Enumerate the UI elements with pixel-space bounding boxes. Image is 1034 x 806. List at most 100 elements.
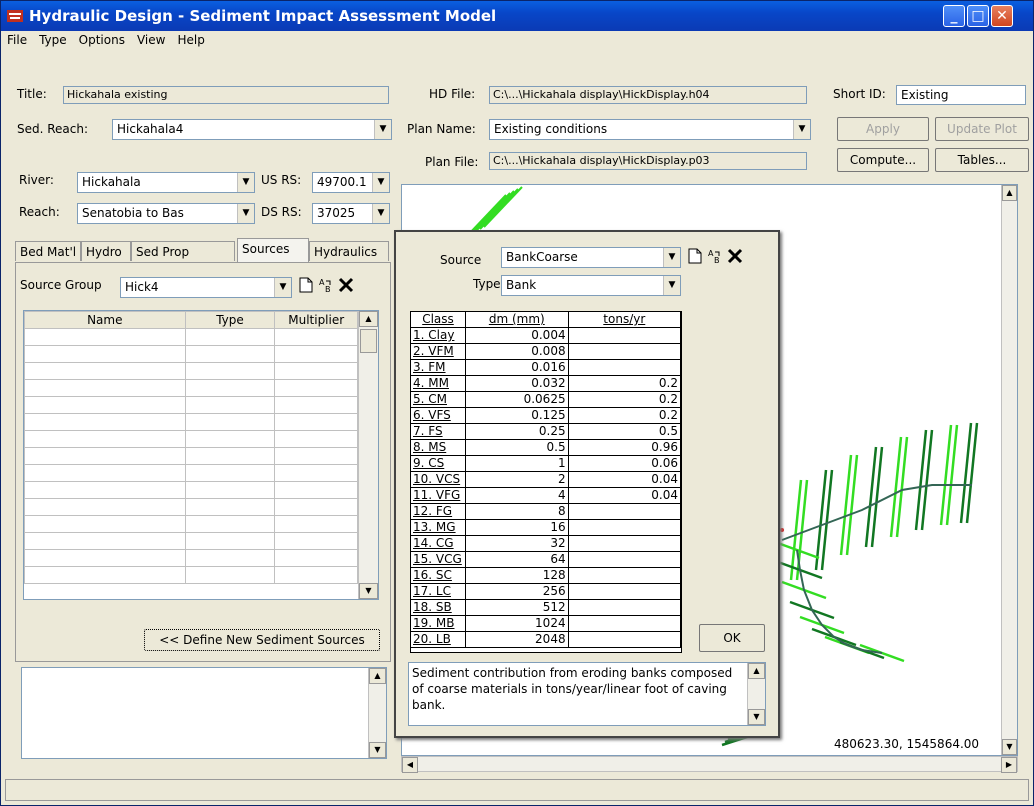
gradation-row[interactable]: 20. LB 2048 bbox=[411, 631, 681, 648]
table-row[interactable] bbox=[24, 532, 358, 550]
tons-cell[interactable]: 0.04 bbox=[568, 471, 681, 488]
hd-file-field[interactable]: C:\...\Hickahala display\HickDisplay.h04 bbox=[489, 86, 807, 104]
gradation-row[interactable]: 8. MS 0.5 0.96 bbox=[411, 439, 681, 456]
col-name[interactable]: Name bbox=[24, 311, 186, 329]
tons-cell[interactable] bbox=[568, 583, 681, 600]
gradation-row[interactable]: 10. VCS 2 0.04 bbox=[411, 471, 681, 488]
class-cell[interactable]: 9. CS bbox=[411, 455, 466, 472]
rename-source-button[interactable]: AB bbox=[706, 248, 724, 266]
dm-cell[interactable]: 128 bbox=[465, 567, 569, 584]
scroll-thumb[interactable] bbox=[360, 329, 377, 353]
description-scrollbar[interactable]: ▲ ▼ bbox=[747, 663, 765, 725]
gradation-row[interactable]: 17. LC 256 bbox=[411, 583, 681, 600]
update-plot-button[interactable]: Update Plot bbox=[935, 117, 1029, 141]
tons-cell[interactable] bbox=[568, 615, 681, 632]
maximize-button[interactable]: □ bbox=[967, 5, 989, 27]
compute-button[interactable]: Compute... bbox=[837, 148, 929, 172]
tab-hydraulics[interactable]: Hydraulics bbox=[309, 241, 389, 261]
scroll-up-icon[interactable]: ▲ bbox=[359, 311, 378, 327]
gradation-row[interactable]: 19. MB 1024 bbox=[411, 615, 681, 632]
gradation-row[interactable]: 16. SC 128 bbox=[411, 567, 681, 584]
source-group-select[interactable]: Hick4 ▼ bbox=[120, 277, 292, 298]
dm-cell[interactable]: 16 bbox=[465, 519, 569, 536]
plot-horizontal-scrollbar[interactable]: ◀ ▶ bbox=[401, 756, 1018, 773]
menu-view[interactable]: View bbox=[131, 31, 171, 47]
apply-button[interactable]: Apply bbox=[837, 117, 929, 141]
class-cell[interactable]: 2. VFM bbox=[411, 343, 466, 360]
class-cell[interactable]: 19. MB bbox=[411, 615, 466, 632]
left-notes-box[interactable]: ▲ ▼ bbox=[21, 667, 387, 759]
class-cell[interactable]: 5. CM bbox=[411, 391, 466, 408]
menu-type[interactable]: Type bbox=[33, 31, 73, 47]
tons-cell[interactable] bbox=[568, 599, 681, 616]
short-id-input[interactable]: Existing bbox=[896, 85, 1026, 105]
gradation-row[interactable]: 6. VFS 0.125 0.2 bbox=[411, 407, 681, 424]
tables-button[interactable]: Tables... bbox=[935, 148, 1029, 172]
class-cell[interactable]: 8. MS bbox=[411, 439, 466, 456]
table-row[interactable] bbox=[24, 566, 358, 584]
table-row[interactable] bbox=[24, 345, 358, 363]
table-row[interactable] bbox=[24, 515, 358, 533]
class-cell[interactable]: 6. VFS bbox=[411, 407, 466, 424]
sources-grid[interactable]: Name Type Multiplier ▲ ▼ bbox=[23, 310, 379, 600]
dm-cell[interactable]: 0.016 bbox=[465, 359, 569, 376]
table-row[interactable] bbox=[24, 413, 358, 431]
tons-cell[interactable] bbox=[568, 567, 681, 584]
gradation-table[interactable]: Class dm (mm) tons/yr 1. Clay 0.004 2. VFM… bbox=[410, 311, 682, 653]
class-cell[interactable]: 1. Clay bbox=[411, 327, 466, 344]
scroll-down-icon[interactable]: ▼ bbox=[1002, 739, 1017, 755]
tons-cell[interactable]: 0.06 bbox=[568, 455, 681, 472]
scroll-down-icon[interactable]: ▼ bbox=[359, 583, 378, 599]
table-row[interactable] bbox=[24, 362, 358, 380]
table-row[interactable] bbox=[24, 464, 358, 482]
scroll-up-icon[interactable]: ▲ bbox=[1002, 185, 1017, 201]
table-row[interactable] bbox=[24, 549, 358, 567]
col-type[interactable]: Type bbox=[184, 311, 276, 329]
class-cell[interactable]: 11. VFG bbox=[411, 487, 466, 504]
dm-cell[interactable]: 0.008 bbox=[465, 343, 569, 360]
title-bar[interactable]: Hydraulic Design - Sediment Impact Asses… bbox=[1, 1, 1033, 31]
define-new-sources-button[interactable]: << Define New Sediment Sources bbox=[144, 629, 380, 651]
river-select[interactable]: Hickahala ▼ bbox=[77, 172, 255, 193]
table-row[interactable] bbox=[24, 430, 358, 448]
sources-grid-scrollbar[interactable]: ▲ ▼ bbox=[358, 311, 378, 599]
tons-cell[interactable] bbox=[568, 551, 681, 568]
tons-cell[interactable] bbox=[568, 327, 681, 344]
tab-bed-matl[interactable]: Bed Mat'l bbox=[15, 241, 81, 261]
table-row[interactable] bbox=[24, 379, 358, 397]
plan-name-select[interactable]: Existing conditions ▼ bbox=[489, 119, 811, 140]
class-cell[interactable]: 13. MG bbox=[411, 519, 466, 536]
scroll-up-icon[interactable]: ▲ bbox=[369, 668, 386, 684]
dm-cell[interactable]: 4 bbox=[465, 487, 569, 504]
table-row[interactable] bbox=[24, 328, 358, 346]
dm-cell[interactable]: 0.004 bbox=[465, 327, 569, 344]
rename-source-group-button[interactable]: AB bbox=[317, 277, 335, 295]
table-row[interactable] bbox=[24, 481, 358, 499]
gradation-row[interactable]: 1. Clay 0.004 bbox=[411, 327, 681, 344]
dialog-source-select[interactable]: BankCoarse ▼ bbox=[501, 247, 681, 268]
dm-cell[interactable]: 0.25 bbox=[465, 423, 569, 440]
gradation-row[interactable]: 12. FG 8 bbox=[411, 503, 681, 520]
dm-cell[interactable]: 2048 bbox=[465, 631, 569, 648]
class-cell[interactable]: 4. MM bbox=[411, 375, 466, 392]
tons-cell[interactable] bbox=[568, 519, 681, 536]
minimize-button[interactable]: _ bbox=[943, 5, 965, 27]
dm-cell[interactable]: 2 bbox=[465, 471, 569, 488]
class-cell[interactable]: 15. VCG bbox=[411, 551, 466, 568]
dm-cell[interactable]: 32 bbox=[465, 535, 569, 552]
dialog-type-select[interactable]: Bank ▼ bbox=[501, 275, 681, 296]
scroll-right-icon[interactable]: ▶ bbox=[1001, 757, 1017, 773]
tons-cell[interactable]: 0.2 bbox=[568, 375, 681, 392]
menu-file[interactable]: File bbox=[1, 31, 33, 47]
tons-cell[interactable] bbox=[568, 343, 681, 360]
reach-select[interactable]: Senatobia to Bas ▼ bbox=[77, 203, 255, 224]
tons-cell[interactable] bbox=[568, 535, 681, 552]
menu-options[interactable]: Options bbox=[73, 31, 131, 47]
gradation-row[interactable]: 3. FM 0.016 bbox=[411, 359, 681, 376]
dm-cell[interactable]: 0.5 bbox=[465, 439, 569, 456]
col-multiplier[interactable]: Multiplier bbox=[274, 311, 358, 329]
sed-reach-select[interactable]: Hickahala4 ▼ bbox=[112, 119, 392, 140]
tons-cell[interactable]: 0.2 bbox=[568, 391, 681, 408]
new-source-group-button[interactable] bbox=[297, 277, 315, 295]
dm-cell[interactable]: 512 bbox=[465, 599, 569, 616]
